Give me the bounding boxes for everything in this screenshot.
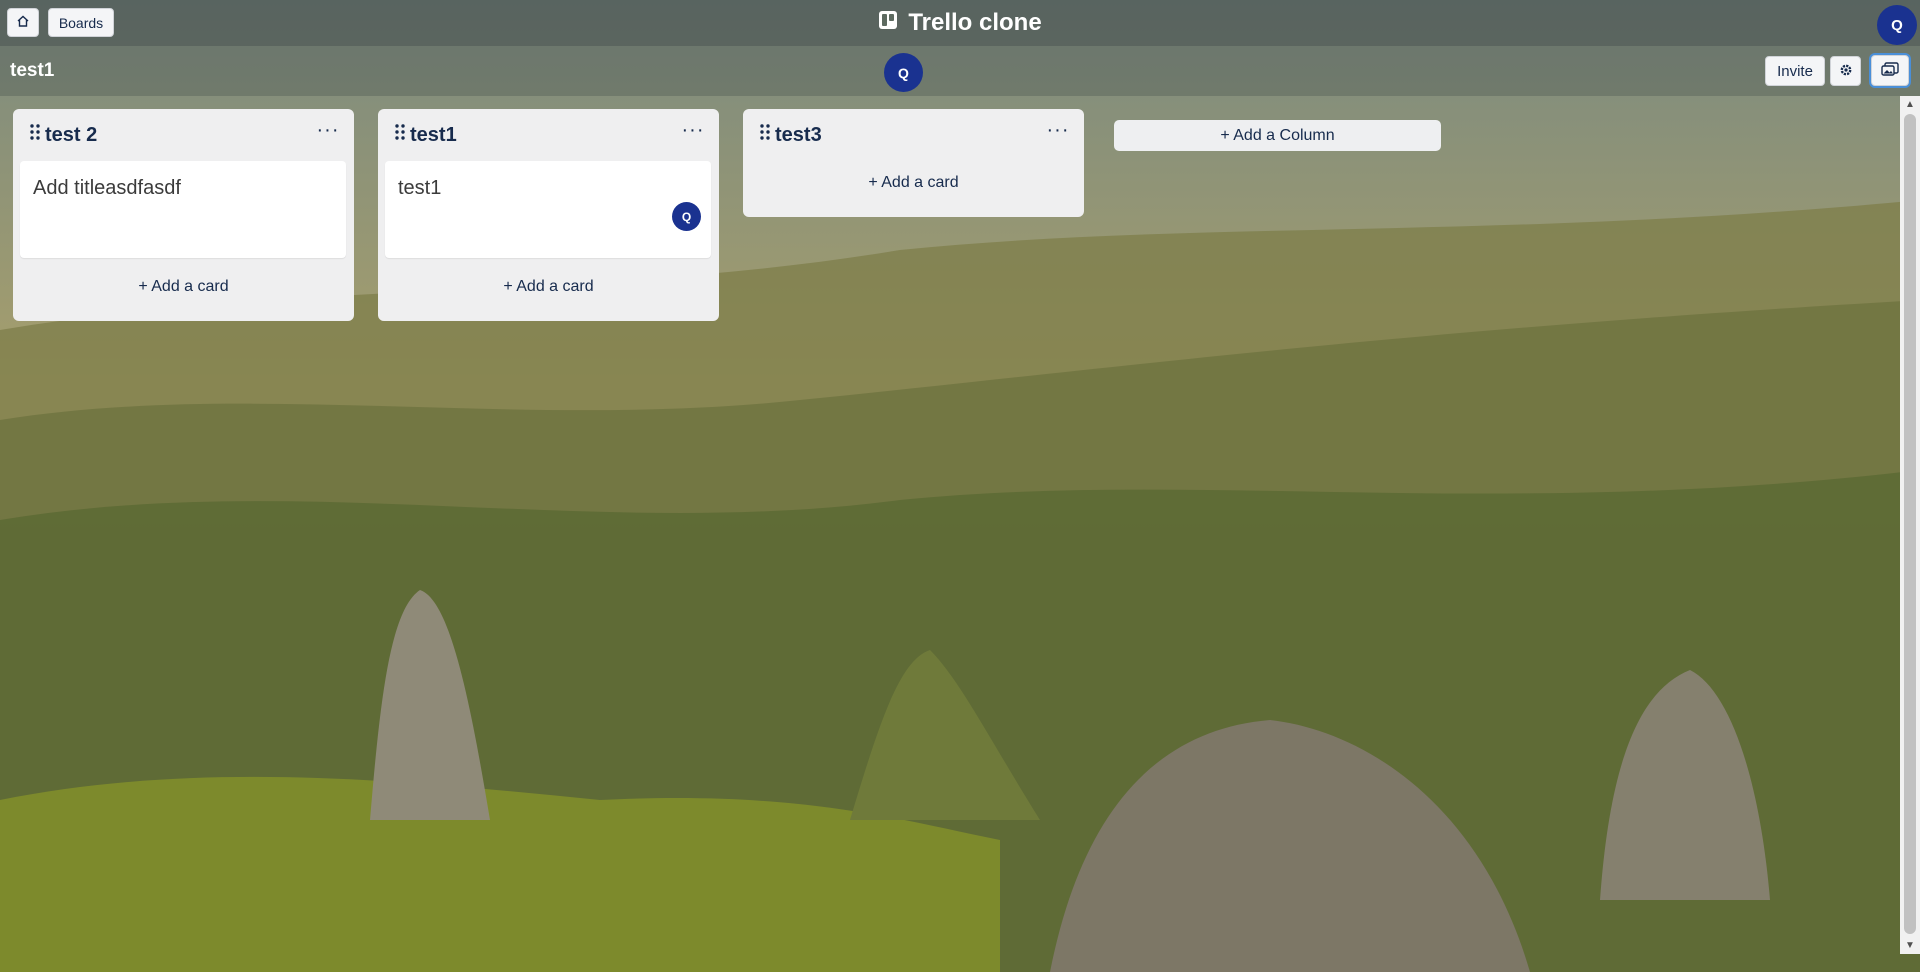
card-assignee-avatar[interactable]: Q xyxy=(672,202,701,231)
column-menu-button[interactable]: ··· xyxy=(314,119,342,141)
app-title-text: Trello clone xyxy=(908,9,1042,36)
drag-handle-icon[interactable] xyxy=(759,123,771,141)
top-navigation-bar: Boards Trello clone Q xyxy=(0,0,1920,46)
board-title[interactable]: test1 xyxy=(10,60,54,82)
list-column: test1 ··· test1 Q + Add a card xyxy=(378,109,719,321)
scroll-up-arrow-icon[interactable]: ▲ xyxy=(1900,96,1920,113)
column-header: test3 ··· xyxy=(743,109,1084,159)
add-card-button[interactable]: + Add a card xyxy=(743,165,1084,201)
card-title: Add titleasdfasdf xyxy=(33,177,181,199)
add-card-button[interactable]: + Add a card xyxy=(378,269,719,305)
column-header: test 2 ··· xyxy=(13,109,354,159)
home-icon xyxy=(16,14,30,31)
drag-handle-icon[interactable] xyxy=(29,123,41,141)
list-column: test 2 ··· Add titleasdfasdf + Add a car… xyxy=(13,109,354,321)
vertical-scrollbar[interactable]: ▲ ▼ xyxy=(1900,96,1920,954)
card[interactable]: Add titleasdfasdf xyxy=(20,161,346,258)
scroll-down-arrow-icon[interactable]: ▼ xyxy=(1900,937,1920,954)
invite-button[interactable]: Invite xyxy=(1765,56,1825,86)
drag-handle-icon[interactable] xyxy=(394,123,406,141)
column-menu-button[interactable]: ··· xyxy=(1044,119,1072,141)
card[interactable]: test1 Q xyxy=(385,161,711,258)
home-button[interactable] xyxy=(7,8,39,37)
column-title[interactable]: test3 xyxy=(775,124,822,147)
gear-icon xyxy=(1839,63,1853,80)
boards-button[interactable]: Boards xyxy=(48,8,114,37)
list-column: test3 ··· + Add a card xyxy=(743,109,1084,217)
change-background-button[interactable] xyxy=(1871,55,1909,86)
board-icon xyxy=(878,9,898,37)
board-member-avatar[interactable]: Q xyxy=(884,53,923,92)
add-card-button[interactable]: + Add a card xyxy=(13,269,354,305)
image-icon xyxy=(1881,62,1899,79)
board-header: test1 Q Invite xyxy=(0,46,1920,96)
user-avatar[interactable]: Q xyxy=(1877,5,1917,45)
settings-button[interactable] xyxy=(1830,56,1861,86)
column-title[interactable]: test 2 xyxy=(45,124,97,147)
card-title: test1 xyxy=(398,177,442,199)
column-menu-button[interactable]: ··· xyxy=(679,119,707,141)
add-column-button[interactable]: + Add a Column xyxy=(1114,120,1441,151)
app-title: Trello clone xyxy=(0,0,1920,46)
column-title[interactable]: test1 xyxy=(410,124,457,147)
scrollbar-thumb[interactable] xyxy=(1904,114,1916,934)
column-header: test1 ··· xyxy=(378,109,719,159)
